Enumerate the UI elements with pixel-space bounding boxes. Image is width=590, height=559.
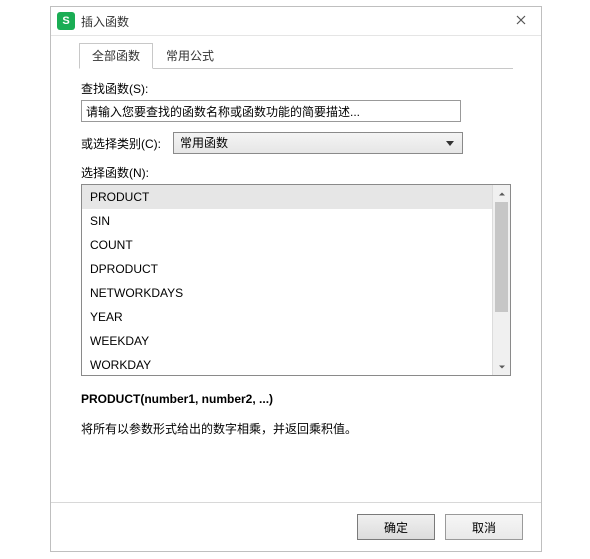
tab-bar: 全部函数 常用公式	[79, 44, 513, 69]
list-item[interactable]: COUNT	[82, 233, 493, 257]
titlebar: S 插入函数	[51, 7, 541, 36]
list-item[interactable]: WEEKDAY	[82, 329, 493, 353]
tab-panel-all: 查找函数(S): 或选择类别(C): 常用函数 选择函数(N): PRODUCT…	[81, 76, 511, 497]
list-item[interactable]: DPRODUCT	[82, 257, 493, 281]
list-item[interactable]: YEAR	[82, 305, 493, 329]
list-item[interactable]: NETWORKDAYS	[82, 281, 493, 305]
ok-button[interactable]: 确定	[357, 514, 435, 540]
tab-all-functions[interactable]: 全部函数	[79, 43, 153, 69]
category-selected-value: 常用函数	[180, 136, 228, 150]
scroll-up-button[interactable]	[493, 185, 510, 202]
search-input[interactable]	[81, 100, 461, 122]
scrollbar-track[interactable]	[493, 202, 510, 358]
tab-common-formula[interactable]: 常用公式	[153, 43, 227, 69]
function-listbox: PRODUCT SIN COUNT DPRODUCT NETWORKDAYS Y…	[81, 184, 511, 376]
function-list[interactable]: PRODUCT SIN COUNT DPRODUCT NETWORKDAYS Y…	[82, 185, 493, 375]
close-icon	[516, 14, 526, 28]
list-label: 选择函数(N):	[81, 164, 511, 181]
category-label: 或选择类别(C):	[81, 135, 173, 152]
chevron-up-icon	[498, 187, 506, 201]
list-item[interactable]: SIN	[82, 209, 493, 233]
category-select[interactable]: 常用函数	[173, 132, 463, 154]
close-button[interactable]	[503, 8, 539, 34]
insert-function-dialog: S 插入函数 全部函数 常用公式 查找函数(S): 或选择类别(C): 常用函数	[50, 6, 542, 552]
listbox-scrollbar[interactable]	[492, 185, 510, 375]
search-label: 查找函数(S):	[81, 80, 511, 97]
list-item[interactable]: PRODUCT	[82, 185, 493, 209]
function-signature: PRODUCT(number1, number2, ...)	[81, 392, 511, 406]
scroll-down-button[interactable]	[493, 358, 510, 375]
list-item[interactable]: WORKDAY	[82, 353, 493, 375]
cancel-button[interactable]: 取消	[445, 514, 523, 540]
scrollbar-thumb[interactable]	[495, 202, 508, 312]
app-icon: S	[57, 12, 75, 30]
window-title: 插入函数	[81, 13, 503, 30]
dialog-body: 全部函数 常用公式 查找函数(S): 或选择类别(C): 常用函数 选择函数(N…	[51, 36, 541, 551]
function-description: 将所有以参数形式给出的数字相乘，并返回乘积值。	[81, 420, 511, 437]
dialog-footer: 确定 取消	[51, 502, 541, 551]
chevron-down-icon	[498, 360, 506, 374]
